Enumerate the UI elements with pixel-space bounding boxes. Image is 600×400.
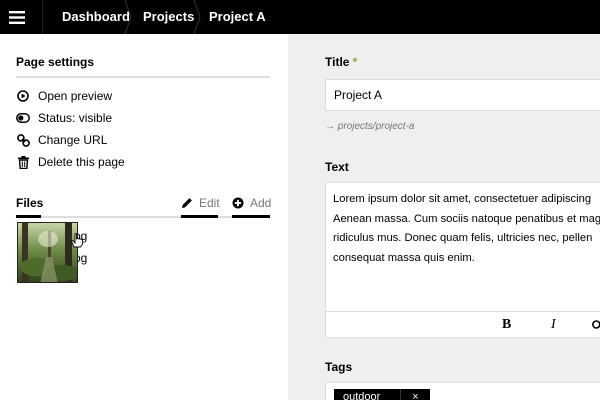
breadcrumb-chevron-icon — [193, 0, 201, 34]
tag-label: outdoor — [343, 391, 381, 400]
option-label: Open preview — [38, 89, 113, 103]
link-icon — [16, 133, 30, 147]
tag-chip[interactable]: outdoor × — [334, 389, 430, 400]
preview-icon — [16, 89, 30, 103]
hand-cursor-icon — [70, 232, 84, 248]
breadcrumb-projects[interactable]: Projects — [143, 0, 194, 34]
edit-label: Edit — [199, 196, 220, 210]
add-label: Add — [250, 196, 272, 210]
trash-icon — [16, 155, 30, 169]
breadcrumb-project-a[interactable]: Project A — [209, 0, 266, 34]
delete-page-option[interactable]: Delete this page — [16, 154, 125, 170]
tag-remove-button[interactable]: × — [400, 389, 430, 400]
change-url-option[interactable]: Change URL — [16, 132, 107, 148]
pencil-icon — [181, 197, 193, 209]
edit-tab-underline — [181, 215, 218, 218]
tags-field-label: Tags — [325, 360, 353, 374]
divider — [16, 76, 270, 78]
forest-image — [18, 223, 77, 282]
dragged-file-thumbnail[interactable] — [17, 222, 78, 283]
breadcrumb-dashboard[interactable]: Dashboard — [62, 0, 130, 34]
link-icon[interactable] — [592, 318, 600, 332]
bold-button[interactable]: B — [502, 312, 511, 337]
text-line: ridiculus mus. Donec quam felis, ultrici… — [333, 232, 593, 244]
top-bar: Dashboard Projects Project A — [0, 0, 600, 34]
add-tab-underline — [232, 215, 270, 218]
text-field-label: Text — [325, 160, 349, 174]
open-preview-option[interactable]: Open preview — [16, 88, 112, 104]
toggle-icon — [16, 111, 30, 125]
files-title: Files — [16, 196, 44, 210]
divider — [42, 0, 43, 34]
menu-button[interactable] — [0, 0, 34, 34]
sidebar: Page settings Open preview Status: visib… — [0, 34, 288, 400]
text-editor[interactable]: Lorem ipsum dolor sit amet, consectetuer… — [325, 182, 600, 338]
edit-files-button[interactable]: Edit — [181, 194, 220, 212]
files-tab-underline — [16, 215, 41, 218]
text-line: Aenean massa. Cum sociis natoque penatib… — [333, 212, 600, 225]
option-label: Delete this page — [38, 155, 125, 169]
option-label: Status: visible — [38, 111, 113, 125]
option-label: Change URL — [38, 133, 108, 147]
text-editor-content[interactable]: Lorem ipsum dolor sit amet, consectetuer… — [333, 190, 600, 268]
status-option[interactable]: Status: visible — [16, 110, 112, 126]
hamburger-icon — [9, 10, 25, 24]
add-file-button[interactable]: Add — [232, 194, 271, 212]
tags-input[interactable]: outdoor × — [325, 382, 600, 400]
plus-circle-icon — [232, 197, 244, 209]
breadcrumb-chevron-icon — [124, 0, 132, 34]
text-line: consequat massa quis enim. — [333, 251, 475, 264]
url-hint: → projects/project-a — [325, 121, 415, 132]
text-line: Lorem ipsum dolor sit amet, consectetuer… — [333, 193, 592, 205]
title-input[interactable]: Project A — [325, 79, 600, 111]
required-marker: * — [352, 55, 358, 69]
editor-toolbar: B I — [326, 311, 600, 337]
italic-button[interactable]: I — [551, 312, 556, 337]
page-settings-title: Page settings — [16, 55, 95, 69]
title-field-label: Title * — [325, 55, 358, 69]
